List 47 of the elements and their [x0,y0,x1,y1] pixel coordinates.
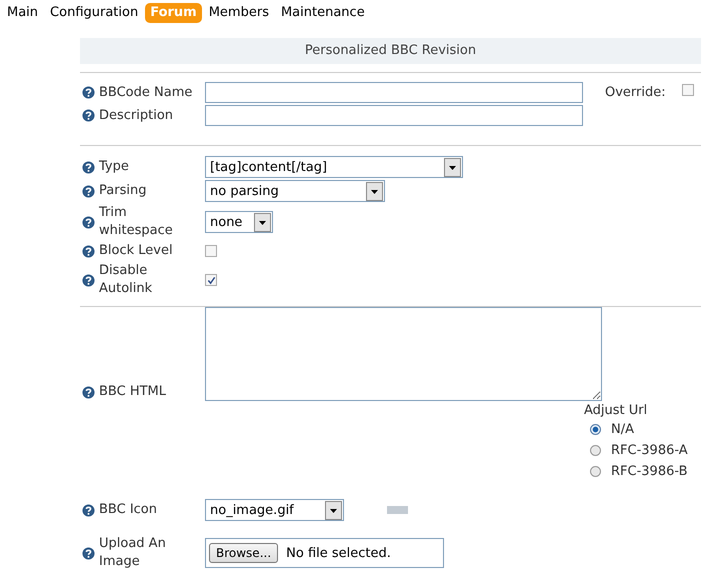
help-icon[interactable] [82,274,95,286]
html-textarea[interactable] [205,307,602,401]
radio-label: RFC-3986-A [611,443,688,458]
help-icon[interactable] [82,160,95,174]
dropdown[interactable]: [tag]content[/tag] [205,156,463,178]
help-icon[interactable] [82,216,95,228]
radio-button[interactable] [590,466,601,477]
help-icon[interactable] [82,86,95,99]
nav-tab[interactable]: Maintenance [276,3,370,23]
override-checkbox[interactable] [682,84,694,96]
nav-tab[interactable]: Main [2,3,44,23]
file-status: No file selected. [286,546,391,560]
radio-button[interactable] [590,445,601,456]
field-label: Type [99,158,129,176]
radio-label: RFC-3986-B [611,464,688,479]
help-icon[interactable] [82,504,95,516]
panel-title: Personalized BBC Revision [80,38,701,64]
radio-label: N/A [611,422,634,437]
field-label: Disable Autolink [99,262,154,298]
checkbox[interactable] [205,274,217,286]
field-label: Trim whitespace [99,204,174,240]
field-label: BBC HTML [99,383,166,401]
help-icon[interactable] [82,386,95,398]
nav-tab[interactable]: Members [204,3,274,23]
checkbox[interactable] [205,245,217,257]
adjust-url-label: Adjust Url [584,403,648,419]
dropdown[interactable]: none [205,211,273,233]
help-icon[interactable] [82,244,95,258]
text-field[interactable] [205,82,583,103]
field-label: Parsing [99,182,146,200]
field-label: Upload An Image [99,535,167,571]
text-field[interactable] [205,105,583,126]
browse-button[interactable]: Browse... [209,543,278,563]
file-field[interactable]: Browse... No file selected. [205,538,444,568]
help-icon[interactable] [82,546,95,560]
help-icon[interactable] [82,184,95,198]
field-label: Block Level [99,242,173,260]
dropdown[interactable]: no parsing [205,180,385,202]
nav-tab[interactable]: Configuration [45,3,144,23]
help-icon[interactable] [82,109,95,122]
field-label: Description [99,106,174,124]
icon-preview [387,506,408,514]
field-label: BBC Icon [99,501,157,519]
radio-button[interactable] [590,424,601,435]
field-label: BBCode Name [99,84,192,102]
override-label: Override: [605,85,666,100]
dropdown[interactable]: no_image.gif [205,499,344,521]
